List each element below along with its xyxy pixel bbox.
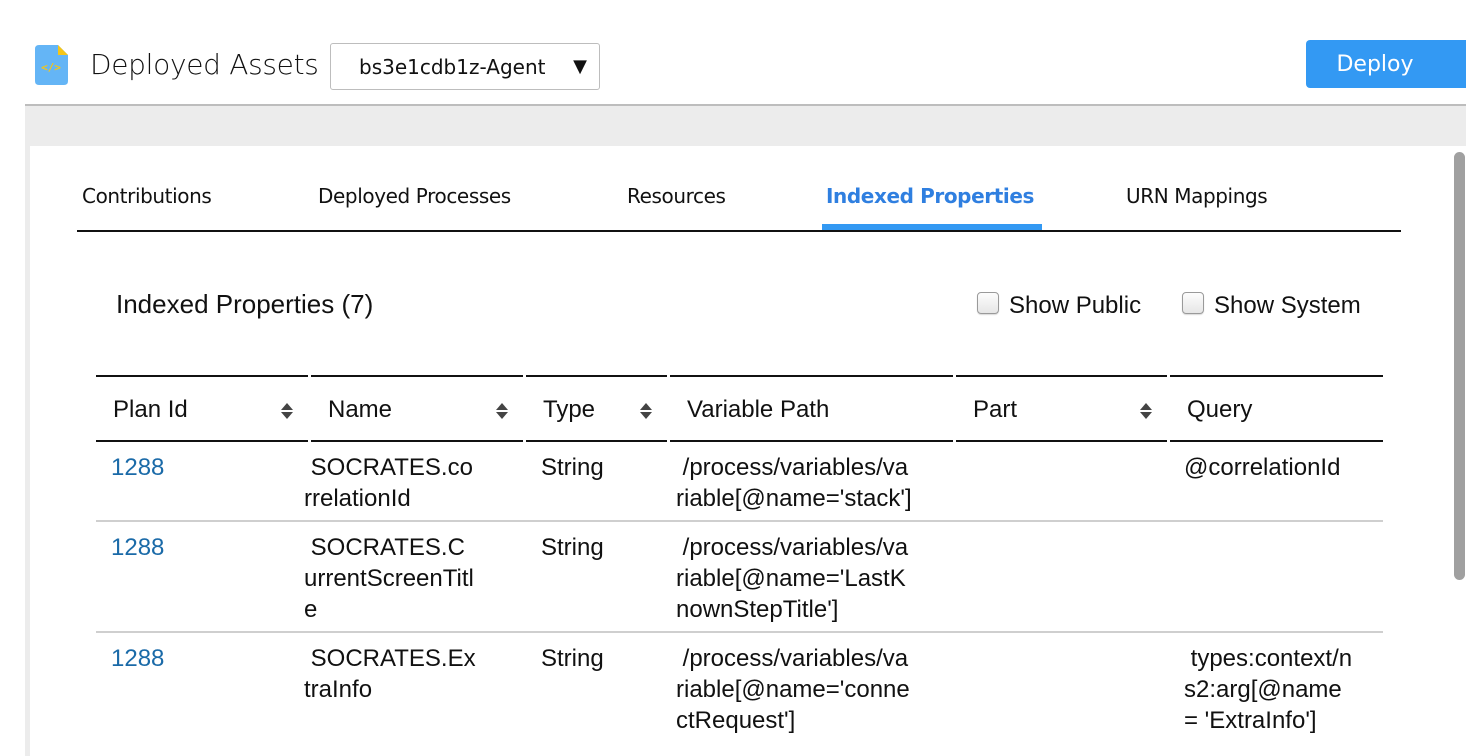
query: types:context/n s2:arg[@name = 'ExtraInf…	[1184, 645, 1353, 734]
variable-path: /process/variables/va riable[@name='Last…	[676, 534, 909, 623]
property-type: String	[541, 645, 604, 672]
tab-indexed-properties[interactable]: Indexed Properties	[826, 184, 1034, 208]
property-type: String	[541, 454, 604, 481]
sort-icon[interactable]	[280, 401, 294, 421]
sort-icon[interactable]	[495, 401, 509, 421]
plan-id-link[interactable]: 1288	[111, 532, 164, 563]
table-row: 1288 SOCRATES.Ex traInfo String /process…	[96, 633, 1383, 753]
active-tab-indicator	[822, 224, 1042, 230]
deploy-button[interactable]: Deploy	[1306, 40, 1466, 88]
tab-resources[interactable]: Resources	[627, 184, 726, 208]
column-header-type[interactable]: Type	[526, 375, 667, 442]
column-header-name[interactable]: Name	[311, 375, 523, 442]
show-system-checkbox[interactable]: Show System	[1182, 292, 1361, 320]
plan-id-link[interactable]: 1288	[111, 643, 164, 674]
tab-deployed-processes[interactable]: Deployed Processes	[318, 184, 511, 208]
section-title: Indexed Properties (7)	[116, 289, 374, 319]
sort-icon[interactable]	[1139, 401, 1153, 421]
caret-down-icon: ▼	[573, 56, 587, 77]
variable-path: /process/variables/va riable[@name='conn…	[676, 645, 910, 734]
query: @correlationId	[1184, 454, 1341, 481]
tab-bar: Contributions Deployed Processes Resourc…	[77, 170, 1401, 232]
column-header-query: Query	[1170, 375, 1383, 442]
plan-id-link[interactable]: 1288	[111, 452, 164, 483]
vertical-scrollbar-thumb[interactable]	[1454, 152, 1465, 580]
property-name: SOCRATES.Ex traInfo	[304, 645, 476, 703]
show-public-label: Show Public	[1009, 292, 1142, 319]
code-file-icon: </>	[35, 45, 68, 85]
column-header-part[interactable]: Part	[956, 375, 1167, 442]
tab-urn-mappings[interactable]: URN Mappings	[1126, 184, 1268, 208]
tab-contributions[interactable]: Contributions	[82, 184, 212, 208]
property-name: SOCRATES.C urrentScreenTitl e	[304, 534, 474, 623]
checkbox-unchecked-icon[interactable]	[977, 292, 999, 314]
header: </> Deployed Assets bs3e1cdb1z-Agent ▼ D…	[0, 0, 1466, 104]
sort-icon[interactable]	[639, 401, 653, 421]
column-header-variable-path: Variable Path	[670, 375, 953, 442]
show-system-label: Show System	[1214, 292, 1361, 319]
table-header: Plan Id Name Type Variable Path Part Que…	[96, 375, 1383, 442]
indexed-properties-table: Plan Id Name Type Variable Path Part Que…	[96, 375, 1383, 753]
agent-select-value: bs3e1cdb1z-Agent	[359, 54, 546, 79]
page-title: Deployed Assets	[90, 48, 319, 81]
property-name: SOCRATES.co rrelationId	[304, 454, 473, 512]
table-row: 1288 SOCRATES.co rrelationId String /pro…	[96, 442, 1383, 522]
agent-select[interactable]: bs3e1cdb1z-Agent ▼	[330, 43, 600, 90]
table-row: 1288 SOCRATES.C urrentScreenTitl e Strin…	[96, 522, 1383, 633]
property-type: String	[541, 534, 604, 561]
column-header-plan-id[interactable]: Plan Id	[96, 375, 308, 442]
svg-text:</>: </>	[41, 61, 61, 74]
show-public-checkbox[interactable]: Show Public	[977, 292, 1141, 320]
variable-path: /process/variables/va riable[@name='stac…	[676, 454, 912, 512]
checkbox-unchecked-icon[interactable]	[1182, 292, 1204, 314]
